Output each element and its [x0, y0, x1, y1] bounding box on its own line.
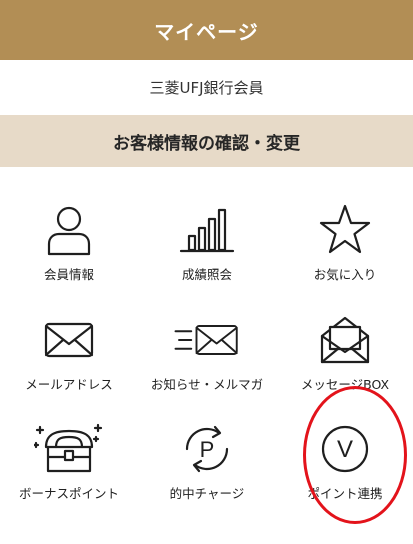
- menu-item-favorites[interactable]: お気に入り: [276, 200, 413, 310]
- member-info: 三菱UFJ銀行会員: [0, 60, 413, 115]
- person-icon: [34, 200, 104, 260]
- bar-chart-icon: [172, 200, 242, 260]
- menu-label: お知らせ・メルマガ: [150, 377, 264, 392]
- menu-label: メールアドレス: [25, 377, 113, 392]
- treasure-chest-icon: [34, 419, 104, 479]
- menu-item-news-mailmag[interactable]: お知らせ・メルマガ: [138, 310, 276, 420]
- p-charge-icon: P: [172, 419, 242, 479]
- menu-label: お気に入り: [313, 267, 377, 282]
- mail-lines-icon: [172, 310, 242, 370]
- highlight-circle: [303, 386, 407, 524]
- menu-item-hit-charge[interactable]: P 的中チャージ: [138, 419, 276, 529]
- section-title: お客様情報の確認・変更: [113, 133, 300, 154]
- menu-label: 会員情報: [43, 267, 94, 282]
- menu-item-mail-address[interactable]: メールアドレス: [0, 310, 138, 420]
- p-glyph: P: [200, 437, 215, 462]
- menu-label: 的中チャージ: [169, 486, 245, 501]
- section-header: お客様情報の確認・変更: [0, 115, 413, 167]
- menu-label: ボーナスポイント: [18, 486, 119, 501]
- star-icon: [310, 200, 380, 260]
- open-mail-icon: [310, 310, 380, 370]
- page-header: マイページ: [0, 0, 413, 60]
- menu-item-member-info[interactable]: 会員情報: [0, 200, 138, 310]
- member-label: 三菱UFJ銀行会員: [149, 79, 264, 97]
- menu-label: 成績照会: [181, 267, 232, 282]
- menu-item-results[interactable]: 成績照会: [138, 200, 276, 310]
- page-title: マイページ: [154, 19, 259, 44]
- menu-item-bonus-points[interactable]: ボーナスポイント: [0, 419, 138, 529]
- mail-icon: [34, 310, 104, 370]
